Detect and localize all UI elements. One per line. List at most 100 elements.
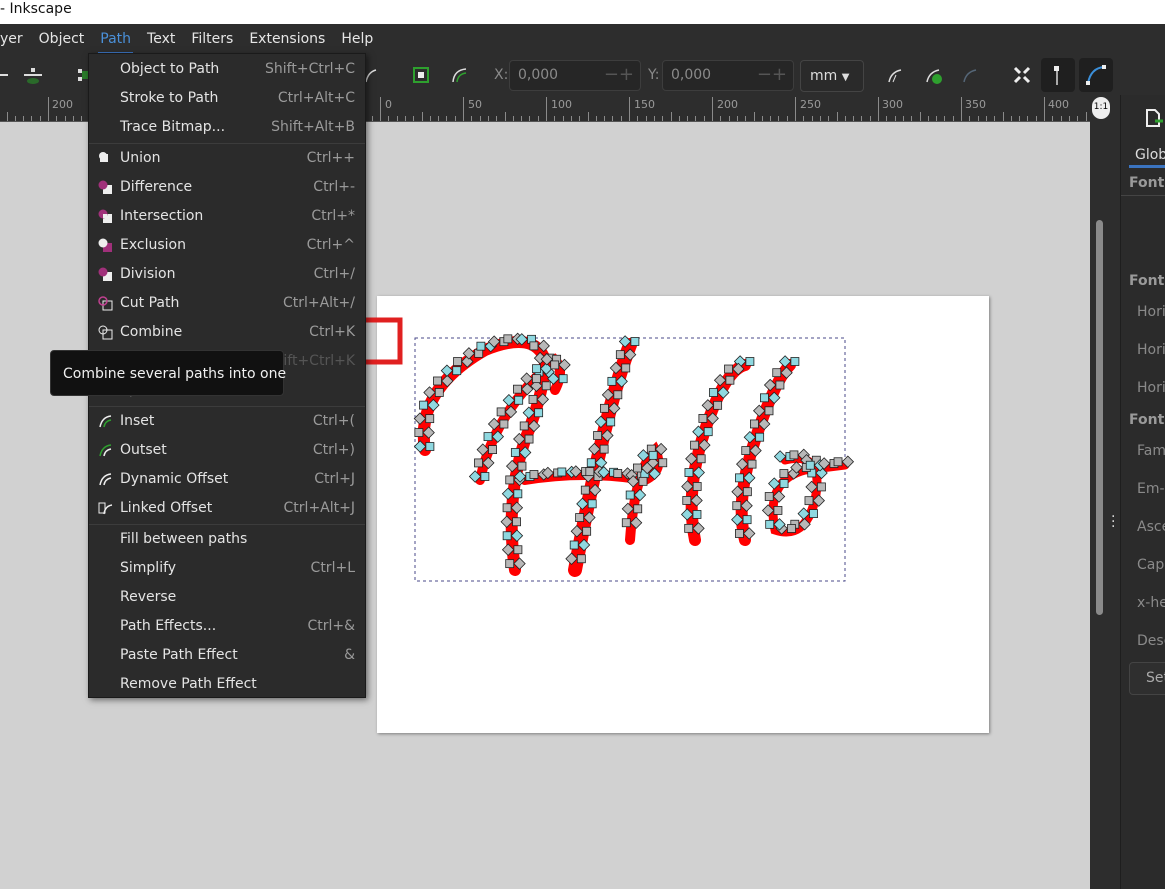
- path-node[interactable]: [713, 400, 723, 410]
- path-node[interactable]: [513, 545, 523, 555]
- menu-item-linked-offset[interactable]: Linked Offset Ctrl+Alt+J: [89, 494, 365, 523]
- menu-extensions[interactable]: Extensions: [241, 24, 333, 54]
- menu-object[interactable]: Object: [31, 24, 93, 54]
- path-node[interactable]: [779, 469, 789, 478]
- unit-dropdown[interactable]: mm ▼: [800, 60, 864, 92]
- path-node[interactable]: [805, 460, 815, 470]
- transform-handles-icon[interactable]: [1009, 62, 1035, 88]
- path-node[interactable]: [532, 374, 541, 384]
- path-node[interactable]: [474, 458, 483, 468]
- path-node[interactable]: [483, 432, 493, 442]
- path-node[interactable]: [809, 509, 818, 519]
- path-node[interactable]: [684, 523, 694, 533]
- path-node[interactable]: [575, 513, 585, 522]
- path-node[interactable]: [434, 388, 444, 397]
- path-node[interactable]: [633, 504, 643, 514]
- path-node[interactable]: [528, 394, 538, 404]
- path-node[interactable]: [747, 459, 757, 469]
- path-node[interactable]: [745, 357, 755, 366]
- x-coordinate-input[interactable]: 0,000 −+: [509, 60, 641, 91]
- menu-item-exclusion[interactable]: Exclusion Ctrl+^: [89, 231, 365, 260]
- vertical-scrollbar[interactable]: 1:1 · · ·: [1090, 95, 1120, 889]
- distribute-icon[interactable]: [20, 62, 46, 88]
- y-stepper-icon[interactable]: −+: [757, 64, 787, 85]
- path-node[interactable]: [550, 360, 560, 370]
- path-node[interactable]: [779, 479, 789, 488]
- menu-help[interactable]: Help: [333, 24, 381, 54]
- path-node[interactable]: [599, 444, 609, 454]
- path-node[interactable]: [476, 341, 486, 351]
- path-node[interactable]: [692, 510, 702, 519]
- path-node[interactable]: [613, 469, 623, 478]
- path-node[interactable]: [630, 337, 640, 346]
- show-clip-icon[interactable]: [958, 62, 984, 88]
- path-node[interactable]: [817, 482, 826, 492]
- path-node[interactable]: [633, 463, 642, 473]
- path-node[interactable]: [787, 524, 796, 533]
- path-node[interactable]: [586, 458, 596, 468]
- path-node[interactable]: [582, 526, 592, 536]
- path-node[interactable]: [613, 390, 623, 400]
- path-node[interactable]: [698, 414, 708, 423]
- path-node[interactable]: [488, 445, 497, 454]
- menu-layer[interactable]: yer: [0, 24, 31, 54]
- path-node[interactable]: [519, 421, 529, 431]
- path-node[interactable]: [513, 489, 523, 499]
- path-node[interactable]: [452, 366, 462, 376]
- y-coordinate-input[interactable]: 0,000 −+: [662, 60, 794, 91]
- path-node[interactable]: [638, 476, 648, 486]
- path-node[interactable]: [593, 431, 602, 440]
- path-node[interactable]: [658, 458, 668, 468]
- path-node[interactable]: [524, 434, 534, 444]
- path-node[interactable]: [750, 419, 759, 429]
- path-node[interactable]: [499, 419, 509, 429]
- path-node[interactable]: [512, 517, 521, 527]
- path-node[interactable]: [735, 473, 744, 483]
- path-node[interactable]: [517, 461, 527, 471]
- menu-item-outset[interactable]: Outset Ctrl+): [89, 436, 365, 465]
- path-node[interactable]: [755, 432, 765, 442]
- path-node[interactable]: [772, 368, 782, 378]
- path-node[interactable]: [760, 393, 769, 403]
- menu-item-cut-path[interactable]: Cut Path Ctrl+Alt+/: [89, 289, 365, 318]
- path-node[interactable]: [587, 499, 597, 509]
- path-node[interactable]: [725, 375, 735, 385]
- path-node[interactable]: [790, 357, 800, 366]
- menu-item-path-effects[interactable]: Path Effects... Ctrl+&: [89, 612, 365, 641]
- path-node[interactable]: [425, 414, 435, 424]
- path-node[interactable]: [419, 400, 428, 410]
- set-button[interactable]: Set: [1129, 662, 1165, 695]
- path-node[interactable]: [621, 518, 631, 528]
- path-node[interactable]: [599, 403, 609, 413]
- path-node[interactable]: [775, 380, 785, 390]
- path-node[interactable]: [734, 529, 744, 538]
- scrollbar-thumb[interactable]: [1096, 220, 1103, 615]
- path-node[interactable]: [684, 468, 694, 477]
- path-node[interactable]: [558, 374, 568, 384]
- show-path-toggle[interactable]: [1079, 58, 1113, 92]
- path-node[interactable]: [621, 363, 631, 373]
- path-node[interactable]: [764, 406, 774, 416]
- path-node[interactable]: [569, 540, 579, 550]
- menu-path[interactable]: Path: [92, 24, 139, 54]
- path-node[interactable]: [557, 467, 567, 477]
- path-node[interactable]: [453, 357, 462, 366]
- path-node[interactable]: [606, 417, 616, 427]
- path-node[interactable]: [580, 485, 590, 495]
- menu-item-intersection[interactable]: Intersection Ctrl+*: [89, 202, 365, 231]
- path-node[interactable]: [742, 515, 752, 525]
- path-node[interactable]: [433, 376, 442, 386]
- path-node[interactable]: [529, 470, 539, 479]
- document-icon[interactable]: [1145, 109, 1163, 127]
- path-node[interactable]: [534, 408, 544, 418]
- align-icon[interactable]: [0, 62, 18, 88]
- path-node[interactable]: [696, 454, 706, 464]
- path-node[interactable]: [765, 519, 775, 529]
- path-node[interactable]: [615, 350, 625, 360]
- x-stepper-icon[interactable]: −+: [604, 64, 634, 85]
- tab-global[interactable]: Glob: [1135, 147, 1165, 163]
- path-node[interactable]: [682, 496, 692, 505]
- path-node[interactable]: [692, 482, 702, 491]
- path-node[interactable]: [585, 467, 595, 477]
- path-node[interactable]: [703, 427, 713, 437]
